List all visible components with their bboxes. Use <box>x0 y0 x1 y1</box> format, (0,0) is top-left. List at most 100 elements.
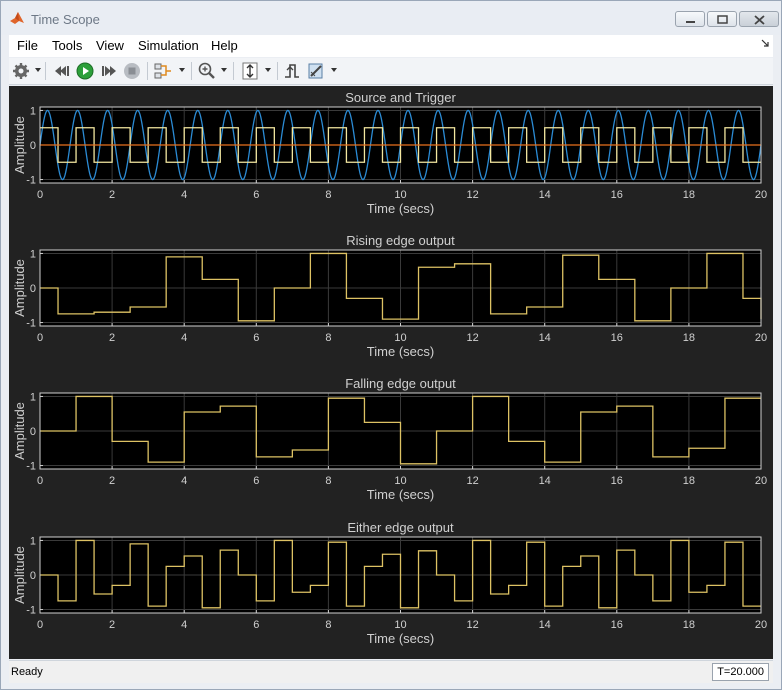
menu-bar: File Tools View Simulation Help <box>9 35 773 57</box>
x-tick-label: 0 <box>37 332 43 344</box>
toolbar-separator <box>147 62 148 80</box>
stop-icon[interactable] <box>122 61 142 81</box>
time-scope-window: Time Scope File Tools View Simulation He… <box>0 0 782 690</box>
x-axis-label: Time (secs) <box>367 631 434 646</box>
y-axis-label: Amplitude <box>12 259 27 317</box>
y-tick-label: 0 <box>30 283 36 295</box>
y-tick-label: 1 <box>30 248 36 260</box>
maximize-icon <box>717 15 728 24</box>
x-tick-label: 20 <box>755 189 767 201</box>
axes-title: Rising edge output <box>346 233 455 248</box>
x-tick-label: 14 <box>539 619 551 631</box>
x-tick-label: 10 <box>394 619 406 631</box>
menu-file[interactable]: File <box>17 38 38 53</box>
gear-icon[interactable] <box>11 61 31 81</box>
signal-select-icon[interactable] <box>153 61 173 81</box>
x-tick-label: 18 <box>683 619 695 631</box>
x-axis-label: Time (secs) <box>367 201 434 216</box>
y-axis-label: Amplitude <box>12 116 27 174</box>
x-axis-label: Time (secs) <box>367 344 434 359</box>
gear-dropdown-icon[interactable] <box>35 68 41 72</box>
menu-tools[interactable]: Tools <box>52 38 82 53</box>
x-tick-label: 12 <box>466 475 478 487</box>
step-forward-icon[interactable] <box>99 61 119 81</box>
x-tick-label: 16 <box>611 475 623 487</box>
minimize-button[interactable] <box>675 11 705 27</box>
scale-axes-icon[interactable] <box>240 61 260 81</box>
x-tick-label: 14 <box>539 332 551 344</box>
x-tick-label: 6 <box>253 475 259 487</box>
x-tick-label: 2 <box>109 619 115 631</box>
axes-title: Source and Trigger <box>345 90 456 105</box>
x-tick-label: 0 <box>37 475 43 487</box>
axes-2: Rising edge output0 2 4 6 8 10 12 14 16 18 2010-1T… <box>12 233 767 359</box>
window-title: Time Scope <box>31 12 100 27</box>
simulation-time: T=20.000 <box>712 663 769 681</box>
x-tick-label: 0 <box>37 619 43 631</box>
x-tick-label: 10 <box>394 332 406 344</box>
x-tick-label: 16 <box>611 332 623 344</box>
x-tick-label: 14 <box>539 475 551 487</box>
measurements-dropdown-icon[interactable] <box>331 68 337 72</box>
y-tick-label: -1 <box>26 605 36 617</box>
scope-display[interactable]: Source and Trigger 0 2 4 6 8 10 12 14 16 18 20 1 0 -1 T… <box>9 86 773 659</box>
x-tick-label: 8 <box>325 189 331 201</box>
x-tick-label: 20 <box>755 475 767 487</box>
x-tick-label: 4 <box>181 619 187 631</box>
y-tick-label: 0 <box>30 426 36 438</box>
scale-axes-dropdown-icon[interactable] <box>265 68 271 72</box>
x-tick-label: 6 <box>253 189 259 201</box>
axes-title: Falling edge output <box>345 376 456 391</box>
maximize-button[interactable] <box>707 11 737 27</box>
minimize-icon <box>686 21 695 23</box>
x-tick-label: 4 <box>181 475 187 487</box>
x-tick-label: 12 <box>466 189 478 201</box>
dock-arrow-icon[interactable] <box>761 39 769 47</box>
x-tick-label: 2 <box>109 189 115 201</box>
matlab-app-icon <box>10 12 24 24</box>
x-tick-label: 2 <box>109 332 115 344</box>
y-tick-label: -1 <box>26 175 36 187</box>
signal-select-dropdown-icon[interactable] <box>179 68 185 72</box>
x-tick-label: 14 <box>539 189 551 201</box>
trigger-icon[interactable] <box>282 61 302 81</box>
y-tick-label: 1 <box>30 391 36 403</box>
plots-svg: Source and Trigger0 2 4 6 8 10 12 14 16 18 2010-1T… <box>12 90 767 646</box>
x-tick-label: 4 <box>181 332 187 344</box>
x-tick-label: 12 <box>466 332 478 344</box>
toolbar-separator <box>191 62 192 80</box>
zoom-in-icon[interactable] <box>197 61 217 81</box>
toolbar-separator <box>45 62 46 80</box>
toolbar <box>9 58 773 85</box>
close-button[interactable] <box>739 11 779 27</box>
step-back-icon[interactable] <box>52 61 72 81</box>
status-bar: Ready T=20.000 <box>9 660 773 683</box>
x-tick-label: 12 <box>466 619 478 631</box>
x-tick-label: 18 <box>683 189 695 201</box>
toolbar-separator <box>233 62 234 80</box>
menu-view[interactable]: View <box>96 38 124 53</box>
x-tick-label: 6 <box>253 619 259 631</box>
x-axis-label: Time (secs) <box>367 487 434 502</box>
x-tick-label: 8 <box>325 619 331 631</box>
axes-title: Either edge output <box>347 520 454 535</box>
run-icon[interactable] <box>75 61 95 81</box>
y-tick-label: 0 <box>30 140 36 152</box>
x-tick-label: 16 <box>611 189 623 201</box>
title-bar[interactable]: Time Scope <box>1 1 781 35</box>
menu-help[interactable]: Help <box>211 38 238 53</box>
x-tick-label: 16 <box>611 619 623 631</box>
y-axis-label: Amplitude <box>12 546 27 604</box>
close-icon <box>754 15 765 25</box>
x-tick-label: 0 <box>37 189 43 201</box>
zoom-dropdown-icon[interactable] <box>221 68 227 72</box>
x-tick-label: 10 <box>394 189 406 201</box>
axes-1: Source and Trigger0 2 4 6 8 10 12 14 16 18 2010-1T… <box>12 90 767 216</box>
menu-simulation[interactable]: Simulation <box>138 38 199 53</box>
measurements-icon[interactable] <box>306 61 326 81</box>
y-tick-label: 0 <box>30 570 36 582</box>
x-tick-label: 6 <box>253 332 259 344</box>
axes-3: Falling edge output0 2 4 6 8 10 12 14 16 18 2010-1… <box>12 376 767 502</box>
y-tick-label: 1 <box>30 105 36 117</box>
x-tick-label: 2 <box>109 475 115 487</box>
